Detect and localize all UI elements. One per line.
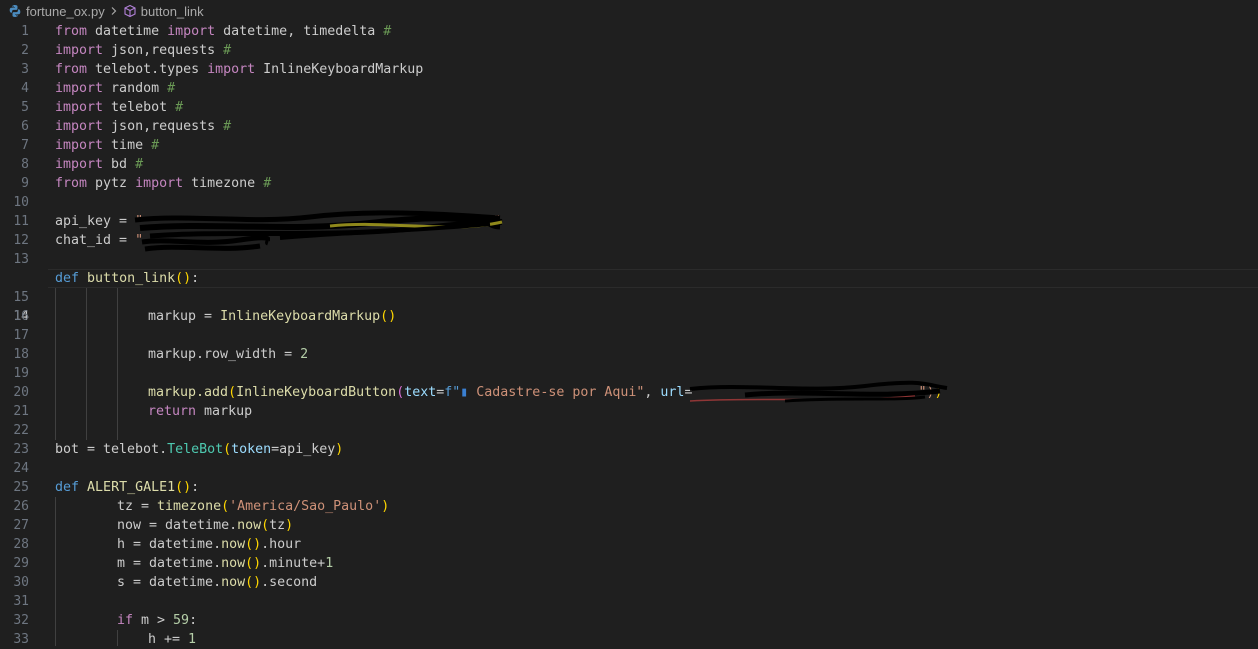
breadcrumb-file-label: fortune_ox.py (26, 3, 105, 19)
line-number: 13 (13, 252, 29, 267)
line-number: 19 (13, 366, 29, 381)
breadcrumb: fortune_ox.py button_link (0, 0, 1258, 22)
code-line-7: import time # (55, 138, 160, 153)
line-number: 22 (13, 423, 29, 438)
line-number: 31 (13, 594, 29, 609)
cube-method-icon (123, 4, 137, 18)
code-line-3: from telebot.types import InlineKeyboard… (55, 62, 424, 77)
code-line-29: m = datetime.now().minute+1 (117, 556, 334, 571)
code-line-4: import random # (55, 81, 176, 96)
code-line-6: import json,requests # (55, 119, 232, 134)
code-line-16: markup = InlineKeyboardMarkup() (148, 309, 397, 324)
code-line-1: from datetime import datetime, timedelta… (55, 24, 392, 39)
code-line-18: markup.row_width = 2 (148, 347, 309, 362)
line-number: 24 (13, 461, 29, 476)
chevron-right-icon (109, 6, 119, 16)
code-line-8: import bd # (55, 157, 144, 172)
code-line-9: from pytz import timezone # (55, 176, 272, 191)
code-line-33: h += 1 (148, 632, 197, 647)
code-line-26: tz = timezone('America/Sao_Paulo') (117, 499, 390, 514)
code-line-11: api_key = " " (55, 214, 502, 229)
code-line-12: chat_id = " (55, 233, 144, 248)
code-line-23: bot = telebot.TeleBot(token=api_key) (55, 442, 344, 457)
breadcrumb-file[interactable]: fortune_ox.py (8, 4, 105, 19)
breadcrumb-symbol-label: button_link (140, 3, 204, 19)
code-line-25: def ALERT_GALE1(): (55, 480, 200, 495)
python-icon (8, 4, 22, 18)
code-line-21: return markup (148, 404, 253, 419)
code-line-30: s = datetime.now().second (117, 575, 318, 590)
code-line-5: import telebot # (55, 100, 184, 115)
code-line-14: def button_link(): (55, 271, 200, 286)
code-line-32: if m > 59: (117, 613, 198, 628)
code-line-20: markup.add(InlineKeyboardButton(text=f"▮… (148, 385, 943, 400)
code-line-28: h = datetime.now().hour (117, 537, 302, 552)
line-number: 17 (13, 328, 29, 343)
breadcrumb-symbol[interactable]: button_link (123, 4, 204, 19)
code-editor[interactable]: 1 2 3 4 5 6 7 8 9 10 11 12 13 14 15 16 1… (0, 22, 1258, 647)
code-line-2: import json,requests # (55, 43, 232, 58)
code-line-27: now = datetime.now(tz) (117, 518, 294, 533)
line-number: 15 (13, 290, 29, 305)
line-number: 10 (13, 195, 29, 210)
